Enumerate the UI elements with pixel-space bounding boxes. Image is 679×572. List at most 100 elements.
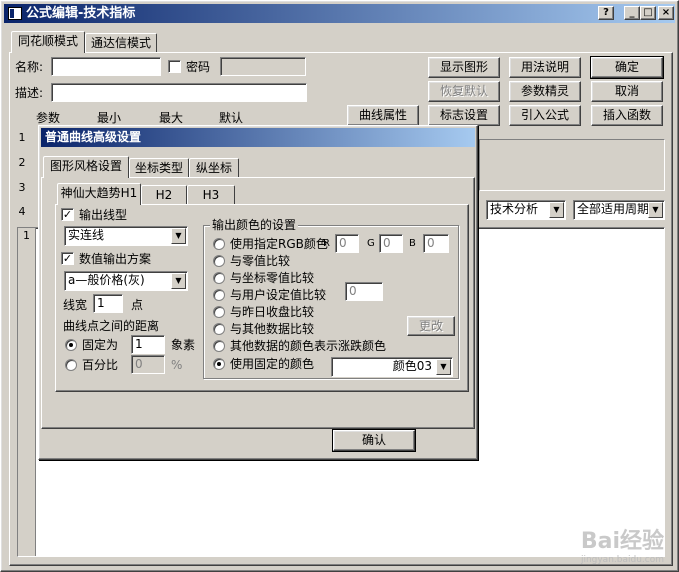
period-combo[interactable]: 全部适用周期 ▼ — [573, 200, 665, 220]
window-titlebar[interactable]: 公式编辑-技术指标 ? _ □ × — [4, 4, 675, 23]
category-value: 技术分析 — [490, 202, 539, 216]
desc-input[interactable] — [51, 83, 307, 102]
password-input[interactable] — [220, 57, 306, 76]
distance-fixed-unit: 象素 — [171, 338, 196, 352]
cancel-button[interactable]: 取消 — [591, 81, 663, 102]
color-option-other-updown-radio[interactable] — [213, 340, 225, 352]
g-input[interactable]: 0 — [379, 234, 403, 253]
line-width-label: 线宽 — [63, 298, 88, 312]
tab-tdx-mode[interactable]: 通达信模式 — [85, 33, 157, 53]
color-option-user: 与用户设定值比较 — [230, 288, 327, 302]
confirm-button[interactable]: 确认 — [332, 429, 416, 452]
tab-y-axis[interactable]: 纵坐标 — [189, 158, 239, 178]
line-number: 1 — [23, 229, 30, 242]
line-width-input[interactable]: 1 — [93, 294, 123, 313]
user-value-input[interactable]: 0 — [345, 282, 383, 301]
period-value: 全部适用周期 — [577, 202, 650, 216]
distance-fixed-radio[interactable] — [65, 339, 77, 351]
tab-h1[interactable]: 神仙大趋势H1 — [57, 183, 141, 205]
watermark-brand: Bai经验 — [580, 529, 664, 554]
color-option-prev-close-radio[interactable] — [213, 306, 225, 318]
chevron-down-icon[interactable]: ▼ — [171, 228, 186, 244]
color-option-fixed: 使用固定的颜色 — [230, 357, 315, 371]
tab-style[interactable]: 图形风格设置 — [43, 156, 129, 178]
distance-fixed-label: 固定为 — [82, 338, 119, 352]
color-option-other-radio[interactable] — [213, 323, 225, 335]
param-header-name: 参数 — [36, 111, 61, 125]
color-group-title: 输出颜色的设置 — [210, 218, 299, 232]
param-header-default: 默认 — [219, 111, 244, 125]
color-option-zero: 与零值比较 — [230, 254, 291, 268]
password-checkbox[interactable] — [168, 60, 181, 73]
value-output-combo[interactable]: a—般价格(灰) ▼ — [64, 271, 188, 291]
output-line-type-checkbox[interactable]: ✓ — [61, 208, 74, 221]
color-option-user-radio[interactable] — [213, 289, 225, 301]
import-formula-button[interactable]: 引入公式 — [509, 105, 581, 126]
param-tuning-button[interactable]: 参数精灵 — [509, 81, 581, 102]
color-option-zero-radio[interactable] — [213, 255, 225, 267]
show-chart-button[interactable]: 显示图形 — [428, 57, 500, 78]
param-side-panel — [479, 139, 665, 191]
mark-setting-button[interactable]: 标志设置 — [428, 105, 500, 126]
fixed-color-combo[interactable]: 颜色03 ▼ — [331, 357, 453, 377]
line-gutter: 1 — [18, 228, 36, 556]
dialog-title: 普通曲线高级设置 — [45, 130, 142, 144]
chevron-down-icon[interactable]: ▼ — [171, 273, 186, 289]
tab-ths-mode[interactable]: 同花顺模式 — [11, 31, 85, 53]
b-label: B — [409, 238, 416, 249]
distance-percent-unit: % — [171, 358, 183, 372]
dialog-titlebar[interactable]: 普通曲线高级设置 — [41, 128, 475, 147]
close-button[interactable]: × — [658, 6, 674, 20]
chevron-down-icon[interactable]: ▼ — [648, 202, 663, 218]
fixed-color-value: 颜色03 — [392, 359, 432, 373]
output-line-type-label: 输出线型 — [79, 208, 128, 222]
color-option-other-updown: 其他数据的颜色表示涨跌颜色 — [230, 339, 387, 353]
g-label: G — [367, 238, 375, 249]
r-input[interactable]: 0 — [335, 234, 359, 253]
tab-h3[interactable]: H3 — [187, 185, 235, 205]
color-option-prev-close: 与昨日收盘比较 — [230, 305, 315, 319]
watermark-url: jingyan.baidu.com — [580, 555, 664, 565]
chevron-down-icon[interactable]: ▼ — [549, 202, 564, 218]
desc-label: 描述: — [15, 86, 44, 100]
param-row-4: 4 — [18, 205, 26, 218]
color-option-other: 与其他数据比较 — [230, 322, 315, 336]
line-type-value: 实连线 — [68, 228, 105, 242]
color-option-fixed-radio[interactable] — [213, 358, 225, 370]
b-input[interactable]: 0 — [423, 234, 449, 253]
change-button[interactable]: 更改 — [407, 316, 455, 336]
tab-h2[interactable]: H2 — [141, 185, 187, 205]
password-label: 密码 — [186, 60, 211, 74]
help-button[interactable]: ? — [598, 6, 614, 20]
param-row-3: 3 — [18, 181, 26, 194]
category-combo[interactable]: 技术分析 ▼ — [486, 200, 566, 220]
color-option-axis-zero-radio[interactable] — [213, 272, 225, 284]
usage-button[interactable]: 用法说明 — [509, 57, 581, 78]
distance-percent-input[interactable]: 0 — [131, 355, 165, 374]
line-type-combo[interactable]: 实连线 ▼ — [64, 226, 188, 246]
name-input[interactable] — [51, 57, 161, 76]
color-option-rgb: 使用指定RGB颜色 — [230, 237, 328, 251]
distance-label: 曲线点之间的距离 — [63, 319, 160, 333]
value-output-checkbox[interactable]: ✓ — [61, 252, 74, 265]
curve-attr-button[interactable]: 曲线属性 — [347, 105, 419, 126]
param-header-min: 最小 — [97, 111, 122, 125]
ok-button[interactable]: 确定 — [590, 56, 664, 79]
chevron-down-icon[interactable]: ▼ — [436, 359, 451, 375]
color-option-rgb-radio[interactable] — [213, 238, 225, 250]
distance-percent-radio[interactable] — [65, 359, 77, 371]
maximize-button[interactable]: □ — [640, 6, 656, 20]
distance-fixed-input[interactable]: 1 — [131, 335, 165, 354]
color-option-axis-zero: 与坐标零值比较 — [230, 271, 315, 285]
param-row-1: 1 — [18, 131, 26, 144]
app-icon — [8, 7, 22, 20]
line-width-unit: 点 — [131, 298, 144, 312]
insert-function-button[interactable]: 插入函数 — [591, 105, 663, 126]
param-row-2: 2 — [18, 156, 26, 169]
restore-default-button[interactable]: 恢复默认 — [428, 81, 500, 102]
distance-percent-label: 百分比 — [82, 358, 119, 372]
minimize-button[interactable]: _ — [624, 6, 640, 20]
window-title: 公式编辑-技术指标 — [26, 6, 136, 21]
tab-axis-type[interactable]: 坐标类型 — [129, 158, 189, 178]
watermark: Bai经验 jingyan.baidu.com — [581, 523, 664, 565]
